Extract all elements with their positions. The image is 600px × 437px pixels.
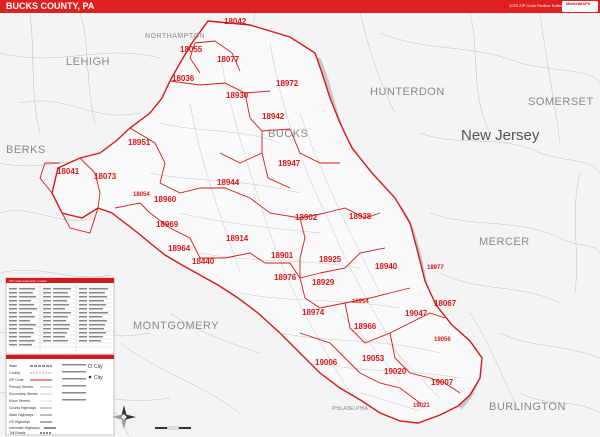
zip-label: 18977 [427, 265, 444, 271]
zip-index-title: ZIP Code Index/City Locator [9, 279, 47, 283]
zip-label: 18902 [295, 213, 318, 222]
legend-city-label-1: City [94, 364, 103, 370]
zip-label: 18969 [156, 220, 179, 229]
zip-label: 19006 [315, 358, 338, 367]
zip-label: 18073 [94, 172, 117, 181]
legend-item-primary-streets: Primary Streets [9, 385, 33, 389]
city-symbol-icon [88, 375, 92, 379]
legend-item-minor-streets: Minor Streets [9, 399, 30, 403]
county-label-montgomery: MONTGOMERY [133, 320, 219, 332]
county-label-berks: BERKS [6, 144, 46, 156]
state-label-new-jersey: New Jersey [461, 127, 540, 144]
zip-label: 18966 [354, 322, 377, 331]
zip-label: 18077 [217, 55, 240, 64]
legend-item-county-highways: County Highways [9, 406, 36, 410]
legend-panel: State County ZIP Code Primary Streets Se… [5, 354, 115, 436]
legend-item-state: State [9, 364, 17, 368]
zip-label: 18974 [302, 308, 325, 317]
zip-label: 18925 [319, 255, 342, 264]
zip-label: 18951 [128, 138, 151, 147]
map-canvas[interactable]: LEHIGH NORTHAMPTON HUNTERDON SOMERSET BE… [0, 13, 600, 437]
zip-label: 18947 [278, 159, 301, 168]
county-label-burlington: BURLINGTON [489, 401, 566, 413]
map-page: BUCKS COUNTY, PA 2023 ZIP Code Redline E… [0, 0, 600, 437]
legend-item-zip-code: ZIP Code [9, 378, 24, 382]
legend-item-us-highways: US Highways [9, 420, 30, 424]
zip-label: 18054 [133, 192, 150, 198]
zip-label: 18440 [192, 257, 215, 266]
zip-label: 18041 [57, 167, 80, 176]
zip-label: 18938 [349, 212, 372, 221]
map-title: BUCKS COUNTY, PA [6, 1, 95, 11]
county-label-mercer: MERCER [479, 236, 530, 248]
county-label-bucks: BUCKS [268, 128, 308, 140]
legend-item-interstate-highways: Interstate Highways [9, 426, 40, 430]
zip-label: 18930 [226, 91, 249, 100]
zip-label: 18929 [312, 278, 335, 287]
zip-label: 18954 [352, 299, 369, 305]
zip-label: 18067 [434, 299, 457, 308]
county-label-hunterdon: HUNTERDON [370, 86, 445, 98]
county-label-somerset: SOMERSET [528, 96, 594, 108]
brand-logo-text: MarketMAPS [566, 1, 591, 6]
edition-label: 2023 ZIP Code Redline Edition [509, 3, 564, 8]
legend-item-county: County [9, 371, 20, 375]
zip-label: 18914 [226, 234, 249, 243]
zip-label: 19007 [431, 378, 454, 387]
header-bar: BUCKS COUNTY, PA 2023 ZIP Code Redline E… [0, 0, 600, 13]
legend-item-state-highways: State Highways [9, 413, 34, 417]
brand-logo: MarketMAPS [562, 1, 598, 12]
county-label-lehigh: LEHIGH [66, 56, 110, 68]
zip-label: 19056 [434, 337, 451, 343]
map-svg[interactable]: LEHIGH NORTHAMPTON HUNTERDON SOMERSET BE… [0, 13, 600, 437]
zip-label: 19047 [405, 309, 428, 318]
zip-label: 18976 [274, 273, 297, 282]
bucks-county-boundary [51, 20, 483, 424]
zip-label: 18940 [375, 262, 398, 271]
legend-item-secondary-streets: Secondary Streets [9, 392, 38, 396]
zip-label: 18042 [224, 17, 247, 26]
zip-label: 19021 [413, 403, 430, 409]
scale-bar [155, 426, 191, 430]
zip-label: 18960 [154, 195, 177, 204]
north-arrow-icon [112, 405, 136, 429]
zip-label: 18055 [180, 45, 203, 54]
county-label-northampton: NORTHAMPTON [145, 33, 205, 40]
zip-label: 19053 [362, 354, 385, 363]
legend-city-label-2: City [94, 375, 103, 381]
zip-index-panel: ZIP Code Index/City Locator [5, 277, 115, 355]
zip-label: 18901 [271, 251, 294, 260]
zip-label: 18944 [217, 178, 240, 187]
zip-label: 18972 [276, 79, 299, 88]
zip-label: 18964 [168, 244, 191, 253]
zip-label: 18036 [172, 74, 195, 83]
zip-label: 19020 [384, 367, 407, 376]
legend-item-toll-roads: Toll Roads [9, 431, 26, 435]
zip-label: 18942 [262, 112, 285, 121]
place-label-philadelphia: PHILADELPHIA [332, 406, 369, 412]
